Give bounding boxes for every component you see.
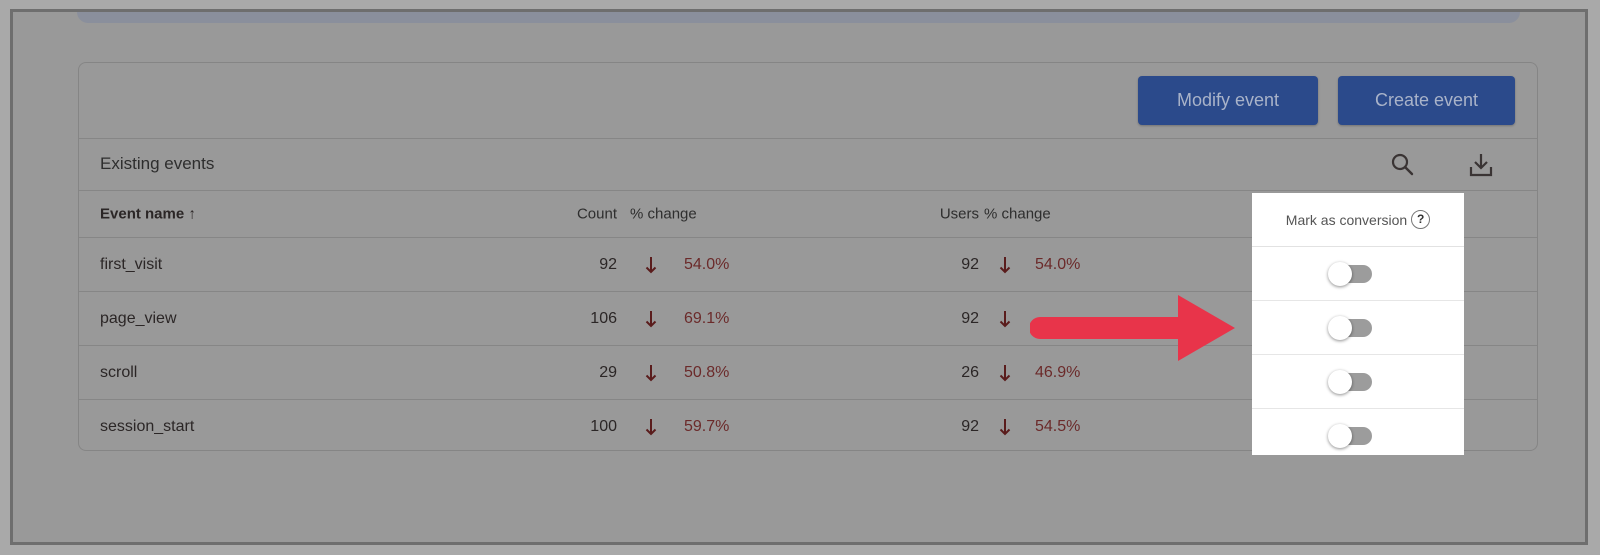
count-change: 50.8% [684, 363, 730, 381]
arrow-down-icon [999, 255, 1011, 275]
event-name[interactable]: session_start [100, 418, 194, 436]
conversion-toggle-scroll[interactable] [1328, 370, 1374, 394]
sort-ascending-icon: ↑ [188, 205, 196, 223]
arrow-down-icon [645, 417, 657, 437]
arrow-down-icon [645, 255, 657, 275]
arrow-down-icon [999, 309, 1011, 329]
event-count: 106 [590, 309, 617, 327]
event-count: 100 [590, 417, 617, 435]
arrow-down-icon [999, 363, 1011, 383]
conversion-toggle-row [1252, 301, 1464, 355]
event-users: 92 [961, 417, 979, 435]
annotation-arrow-icon [1030, 295, 1235, 361]
create-event-button[interactable]: Create event [1338, 76, 1515, 125]
event-count: 92 [599, 255, 617, 273]
top-panel-edge [77, 12, 1520, 23]
count-change: 59.7% [684, 417, 730, 435]
count-change: 69.1% [684, 309, 730, 327]
events-toolbar: Modify event Create event [79, 63, 1537, 139]
column-header-users-change[interactable]: % change [984, 206, 1051, 223]
section-title: Existing events [100, 154, 215, 173]
conversion-toggle-session-start[interactable] [1328, 424, 1374, 448]
event-name[interactable]: page_view [100, 310, 177, 328]
conversion-toggle-first-visit[interactable] [1328, 262, 1374, 286]
users-change: 54.5% [1035, 417, 1081, 435]
users-change: 54.0% [1035, 255, 1081, 273]
conversion-toggle-row [1252, 355, 1464, 409]
mark-as-conversion-label: Mark as conversion [1285, 211, 1408, 228]
conversion-toggle-page-view[interactable] [1328, 316, 1374, 340]
event-users: 92 [961, 309, 979, 327]
conversion-toggle-row [1252, 409, 1464, 462]
modify-event-button[interactable]: Modify event [1138, 76, 1318, 125]
event-users: 92 [961, 255, 979, 273]
help-icon[interactable]: ? [1411, 210, 1431, 229]
event-count: 29 [599, 363, 617, 381]
existing-events-header: Existing events [79, 139, 1537, 191]
arrow-down-icon [645, 363, 657, 383]
arrow-down-icon [645, 309, 657, 329]
mark-as-conversion-header: Mark as conversion ? [1252, 193, 1464, 247]
download-icon[interactable] [1465, 149, 1497, 181]
arrow-down-icon [999, 417, 1011, 437]
event-name[interactable]: first_visit [100, 256, 162, 274]
conversion-toggle-row [1252, 247, 1464, 301]
count-change: 54.0% [684, 255, 730, 273]
column-header-count[interactable]: Count [577, 206, 617, 223]
search-icon[interactable] [1387, 149, 1419, 181]
mark-as-conversion-column: Mark as conversion ? [1252, 193, 1464, 455]
event-name[interactable]: scroll [100, 364, 137, 382]
column-header-users[interactable]: Users [940, 206, 979, 223]
column-header-event-name[interactable]: Event name ↑ [100, 206, 196, 223]
users-change: 46.9% [1035, 363, 1081, 381]
event-users: 26 [961, 363, 979, 381]
column-header-count-change[interactable]: % change [630, 206, 697, 223]
